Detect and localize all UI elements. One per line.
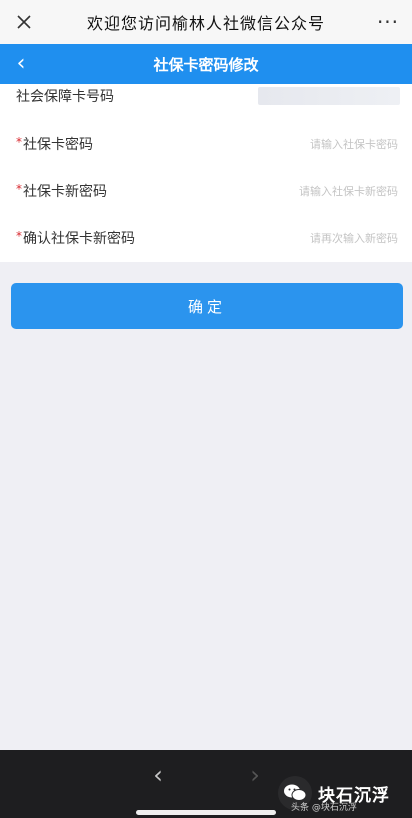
page-title: 社保卡密码修改 [153, 55, 259, 74]
more-options-button[interactable]: ··· [364, 0, 412, 44]
confirm-password-input[interactable] [262, 225, 398, 251]
close-icon [17, 15, 31, 29]
home-indicator [136, 810, 276, 815]
card-number-label: 社会保障卡号码 [16, 89, 114, 105]
chevron-right-icon: › [250, 761, 260, 789]
more-icon: ··· [376, 10, 400, 34]
new-password-label-text: 社保卡新密码 [23, 184, 107, 200]
required-mark: * [16, 135, 22, 149]
required-mark: * [16, 182, 22, 196]
watermark-handle: @块石沉浮 [311, 803, 357, 813]
wechat-title-bar: 欢迎您访问榆林人社微信公众号 ··· [0, 0, 412, 45]
chevron-left-icon: ‹ [16, 51, 26, 76]
nav-back-button[interactable]: ‹ [143, 760, 173, 790]
chevron-left-icon: ‹ [153, 761, 163, 789]
form-row-card-number: 社会保障卡号码 [0, 76, 412, 116]
required-mark: * [16, 229, 22, 243]
new-password-input[interactable] [262, 178, 398, 204]
confirm-password-label: *确认社保卡新密码 [16, 228, 135, 248]
card-password-label-text: 社保卡密码 [23, 137, 93, 153]
nav-forward-button[interactable]: › [240, 760, 270, 790]
new-password-label: *社保卡新密码 [16, 181, 107, 201]
form-row-card-password: *社保卡密码 [0, 124, 412, 164]
wechat-page-title: 欢迎您访问榆林人社微信公众号 [86, 14, 325, 33]
watermark-brand: 头条 [291, 803, 310, 813]
close-button[interactable] [0, 0, 48, 44]
card-number-field[interactable] [258, 87, 400, 105]
password-change-form: 社会保障卡号码 *社保卡密码 *社保卡新密码 *确认社保卡新密码 [0, 84, 412, 262]
card-password-label: *社保卡密码 [16, 134, 93, 154]
card-password-input[interactable] [262, 131, 398, 157]
confirm-password-label-text: 确认社保卡新密码 [23, 231, 135, 247]
form-row-confirm-password: *确认社保卡新密码 [0, 218, 412, 258]
watermark-credit: 头条 @块石沉浮 [291, 800, 357, 813]
form-row-new-password: *社保卡新密码 [0, 171, 412, 211]
confirm-button[interactable]: 确定 [11, 283, 403, 329]
